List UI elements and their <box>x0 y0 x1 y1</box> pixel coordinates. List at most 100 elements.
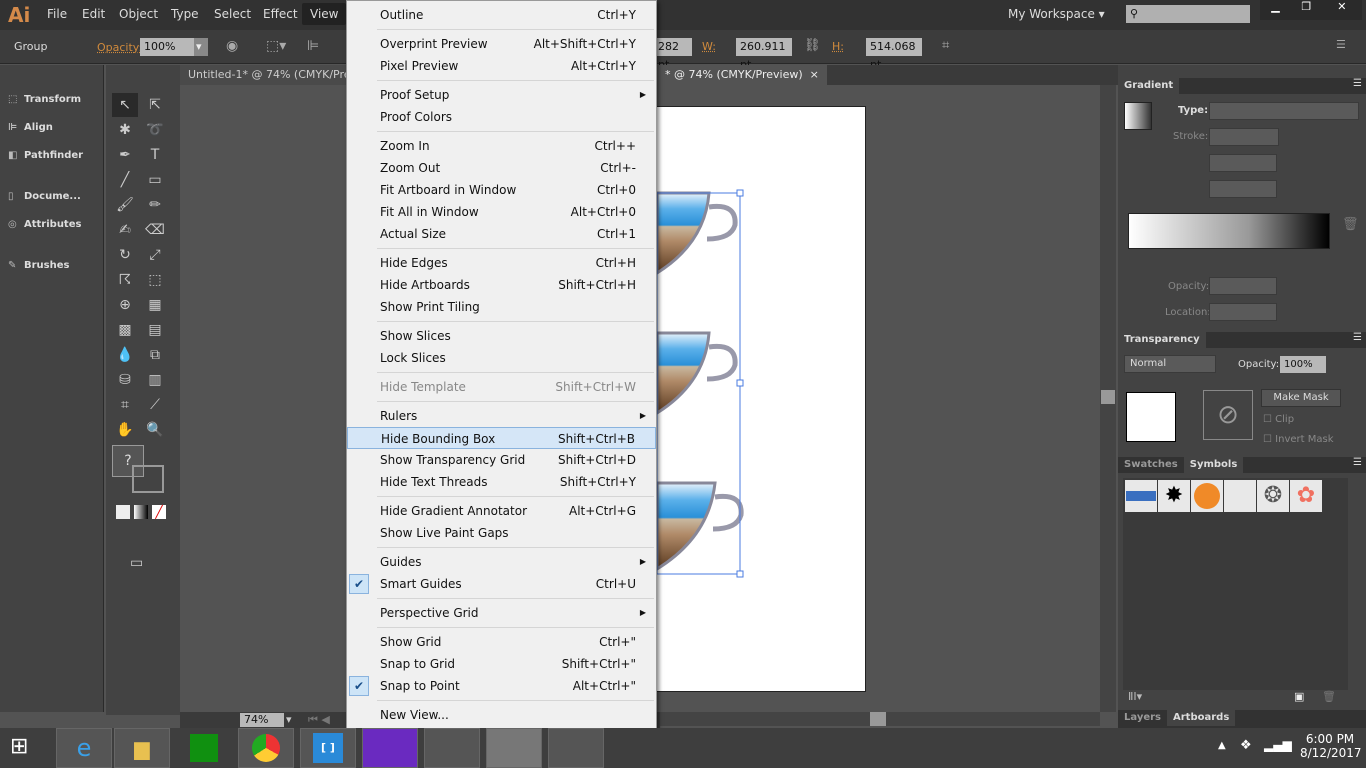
menu-item-hide-bounding-box[interactable]: Hide Bounding Box Shift+Ctrl+B <box>347 427 656 449</box>
app-icon[interactable] <box>362 728 418 768</box>
symbol-ring[interactable]: ❂ <box>1257 480 1289 512</box>
zoom-tool-icon[interactable]: 🔍 <box>142 418 168 442</box>
lasso-tool-icon[interactable]: ➰ <box>142 118 168 142</box>
scale-tool-icon[interactable]: ⤢ <box>142 243 168 267</box>
windows-start-icon[interactable]: ⊞ <box>10 734 28 759</box>
illustrator-icon[interactable] <box>486 728 542 768</box>
clock[interactable]: 6:00 PM 8/12/2017 <box>1300 732 1362 760</box>
search-input[interactable]: ⚲ <box>1126 5 1250 23</box>
menu-item-hide-template[interactable]: Hide Template Shift+Ctrl+W <box>347 376 656 398</box>
gradient-mode-icon[interactable] <box>134 505 148 519</box>
menu-item-show-slices[interactable]: Show Slices <box>347 325 656 347</box>
app-icon-2[interactable] <box>424 728 480 768</box>
artboard-tool-icon[interactable]: ⌗ <box>112 393 138 417</box>
eraser-tool-icon[interactable]: ⌫ <box>142 218 168 242</box>
opacity-dropdown[interactable]: ▾ <box>194 38 208 56</box>
gradient-tab[interactable]: Gradient <box>1118 78 1180 94</box>
tab-active-document[interactable]: * @ 74% (CMYK/Preview) × <box>657 65 827 85</box>
menu-type[interactable]: Type <box>171 7 199 21</box>
restore-button[interactable]: ❐ <box>1291 0 1322 20</box>
artboard[interactable] <box>656 106 866 692</box>
menu-item-proof-colors[interactable]: Proof Colors <box>347 106 656 128</box>
menu-item-zoom-out[interactable]: Zoom Out Ctrl+- <box>347 157 656 179</box>
close-tab-icon[interactable]: × <box>810 68 819 81</box>
file-explorer-icon[interactable]: ▆ <box>114 728 170 768</box>
perspective-grid-tool-icon[interactable]: ▦ <box>142 293 168 317</box>
selection-tool-icon[interactable]: ↖ <box>112 93 138 117</box>
menu-item-new-view[interactable]: New View... <box>347 704 656 726</box>
transparency-tab[interactable]: Transparency <box>1118 332 1206 348</box>
eyedropper-tool-icon[interactable]: 💧 <box>112 343 138 367</box>
menu-item-fit-all-in-window[interactable]: Fit All in Window Alt+Ctrl+0 <box>347 201 656 223</box>
tab-artboards[interactable]: Artboards <box>1167 710 1236 726</box>
menu-item-pixel-preview[interactable]: Pixel Preview Alt+Ctrl+Y <box>347 55 656 77</box>
stop-opacity-dropdown[interactable] <box>1209 277 1277 295</box>
menu-item-guides[interactable]: Guides ▶ <box>347 551 656 573</box>
menu-item-zoom-in[interactable]: Zoom In Ctrl++ <box>347 135 656 157</box>
pencil-tool-icon[interactable]: ✏ <box>142 193 168 217</box>
coffee-cups-artwork[interactable] <box>657 107 867 693</box>
clip-checkbox[interactable]: ☐ Clip <box>1263 414 1294 425</box>
menu-item-actual-size[interactable]: Actual Size Ctrl+1 <box>347 223 656 245</box>
dropbox-icon[interactable]: ❖ <box>1240 738 1252 753</box>
width-field[interactable]: 260.911 pt <box>736 38 792 71</box>
menu-item-fit-artboard-in-window[interactable]: Fit Artboard in Window Ctrl+0 <box>347 179 656 201</box>
horizontal-scrollbar[interactable] <box>660 712 1100 726</box>
aspect-ratio-dropdown[interactable] <box>1209 180 1277 198</box>
menu-edit[interactable]: Edit <box>82 7 105 21</box>
menu-item-proof-setup[interactable]: Proof Setup ▶ <box>347 84 656 106</box>
trash-icon[interactable]: 🗑 <box>1342 217 1359 232</box>
column-graph-tool-icon[interactable]: ▥ <box>142 368 168 392</box>
mesh-tool-icon[interactable]: ▩ <box>112 318 138 342</box>
panel-menu-icon[interactable]: ☰ <box>1353 332 1366 343</box>
opacity-field[interactable]: 100% <box>140 38 194 56</box>
brackets-icon[interactable]: [ ] <box>300 728 356 768</box>
panel-pathfinder[interactable]: ◧ Pathfinder <box>8 144 83 168</box>
rectangle-tool-icon[interactable]: ▭ <box>142 168 168 192</box>
panel-menu-icon[interactable]: ☰ <box>1353 78 1366 89</box>
menu-file[interactable]: File <box>47 7 67 21</box>
panel-transform[interactable]: ⬚ Transform <box>8 88 81 112</box>
align-left-icon[interactable]: ⊫ <box>307 38 319 54</box>
zoom-field[interactable]: 74% <box>240 713 284 727</box>
tab-untitled-1[interactable]: Untitled-1* @ 74% (CMYK/Pre <box>180 65 346 85</box>
transform-icon[interactable]: ⌗ <box>942 38 949 53</box>
menu-item-show-live-paint-gaps[interactable]: Show Live Paint Gaps <box>347 522 656 544</box>
menu-item-outline[interactable]: Outline Ctrl+Y <box>347 4 656 26</box>
chrome-icon[interactable] <box>238 728 294 768</box>
new-symbol-icon[interactable]: ▣ <box>1294 690 1304 703</box>
object-thumbnail[interactable] <box>1126 392 1176 442</box>
tab-layers[interactable]: Layers <box>1118 710 1167 726</box>
stroke-gradient-buttons[interactable] <box>1209 128 1279 146</box>
menu-select[interactable]: Select <box>214 7 251 21</box>
menu-object[interactable]: Object <box>119 7 158 21</box>
height-field[interactable]: 514.068 pt <box>866 38 922 71</box>
menu-item-perspective-grid[interactable]: Perspective Grid ▶ <box>347 602 656 624</box>
menu-item-show-print-tiling[interactable]: Show Print Tiling <box>347 296 656 318</box>
symbol-orange-button[interactable] <box>1191 480 1223 512</box>
menu-item-hide-gradient-annotator[interactable]: Hide Gradient Annotator Alt+Ctrl+G <box>347 500 656 522</box>
shape-builder-tool-icon[interactable]: ⊕ <box>112 293 138 317</box>
minimize-button[interactable]: ▁ <box>1260 0 1291 20</box>
panel-document-info[interactable]: ▯ Docume... <box>8 185 81 209</box>
network-icon[interactable]: ▂▄▆ <box>1264 738 1292 752</box>
close-button[interactable]: ✕ <box>1322 0 1362 20</box>
menu-item-show-transparency-grid[interactable]: Show Transparency Grid Shift+Ctrl+D <box>347 449 656 471</box>
blend-mode-dropdown[interactable]: Normal <box>1124 355 1216 373</box>
menu-item-show-grid[interactable]: Show Grid Ctrl+" <box>347 631 656 653</box>
slice-tool-icon[interactable]: ⟋ <box>142 393 168 417</box>
gradient-type-dropdown[interactable] <box>1209 102 1359 120</box>
pen-tool-icon[interactable]: ✒ <box>112 143 138 167</box>
menu-effect[interactable]: Effect <box>263 7 298 21</box>
panel-attributes[interactable]: ◎ Attributes <box>8 213 81 237</box>
menu-item-hide-text-threads[interactable]: Hide Text Threads Shift+Ctrl+Y <box>347 471 656 493</box>
symbol-splatter[interactable]: ✸ <box>1158 480 1190 512</box>
scroll-thumb[interactable] <box>870 712 886 726</box>
panel-brushes[interactable]: ✎ Brushes <box>8 254 69 278</box>
menu-item-smart-guides[interactable]: ✔ Smart Guides Ctrl+U <box>347 573 656 595</box>
store-icon[interactable] <box>190 734 218 762</box>
recolor-icon[interactable]: ◉ <box>226 38 238 54</box>
menu-item-snap-to-point[interactable]: ✔ Snap to Point Alt+Ctrl+" <box>347 675 656 697</box>
menu-view[interactable]: View <box>302 3 347 25</box>
tab-symbols[interactable]: Symbols <box>1183 457 1244 473</box>
